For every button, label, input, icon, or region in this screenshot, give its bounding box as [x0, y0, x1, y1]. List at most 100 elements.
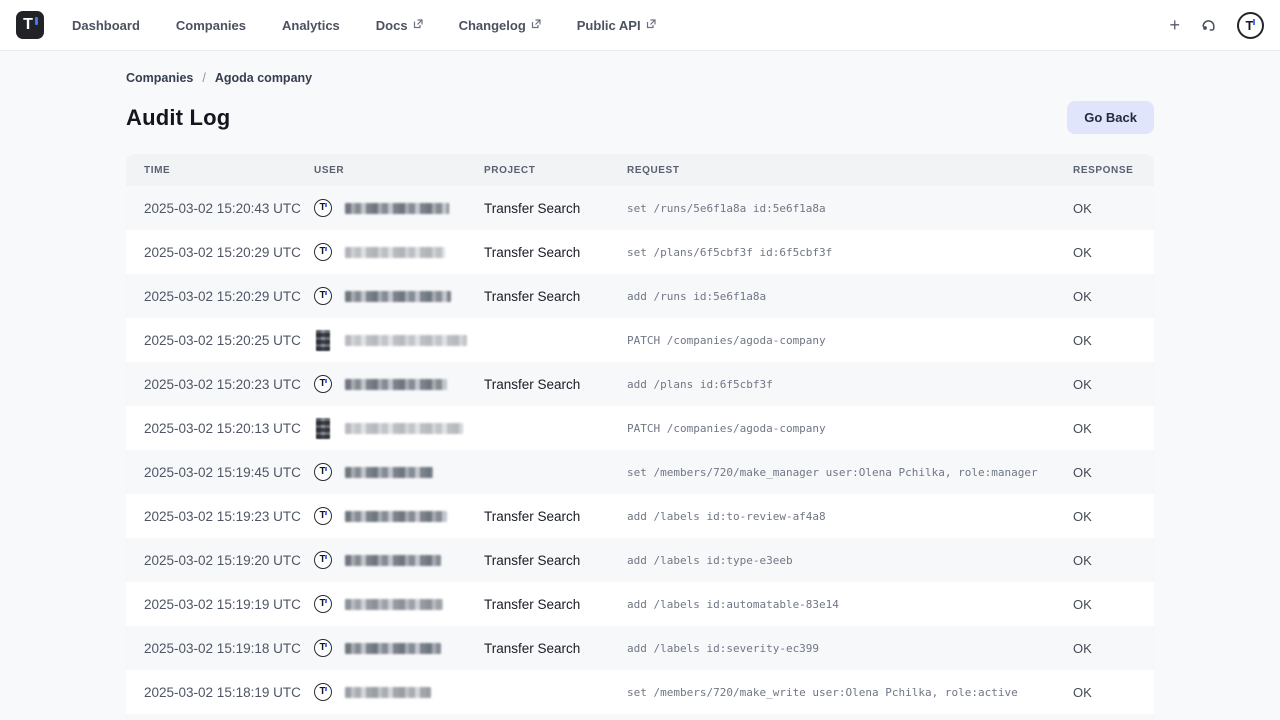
breadcrumb: Companies / Agoda company — [126, 71, 1154, 85]
user-avatar-logo-icon: T — [314, 551, 332, 569]
project-cell: Transfer Search — [484, 289, 627, 304]
user-cell — [314, 330, 484, 351]
logo-accent — [325, 291, 327, 295]
time-cell: 2025-03-02 15:20:29 UTC — [144, 289, 314, 304]
project-cell: Transfer Search — [484, 201, 627, 216]
user-cell: T — [314, 683, 484, 701]
response-cell: OK — [1073, 465, 1153, 480]
time-cell: 2025-03-02 15:19:19 UTC — [144, 597, 314, 612]
brand-logo-icon[interactable]: T — [16, 11, 44, 39]
table-row: 2025-03-02 15:19:23 UTC T Transfer Searc… — [126, 494, 1154, 538]
nav-item-dashboard[interactable]: Dashboard — [72, 18, 140, 33]
breadcrumb-agoda-company[interactable]: Agoda company — [215, 71, 312, 85]
breadcrumb-separator: / — [202, 71, 205, 85]
user-avatar-logo-icon: T — [314, 595, 332, 613]
user-avatar-logo-icon: T — [314, 199, 332, 217]
nav-links: Dashboard Companies Analytics Docs Chang… — [72, 18, 656, 33]
user-cell: T — [314, 551, 484, 569]
request-cell: set /runs/5e6f1a8a id:5e6f1a8a — [627, 202, 1073, 215]
user-avatar[interactable]: T — [1237, 12, 1264, 39]
request-cell: add /labels id:severity-ec399 — [627, 642, 1073, 655]
project-cell: Transfer Search — [484, 553, 627, 568]
table-row: 2025-03-02 15:19:19 UTC T Transfer Searc… — [126, 582, 1154, 626]
nav-item-analytics[interactable]: Analytics — [282, 18, 340, 33]
logo-accent — [325, 203, 327, 207]
user-name-redacted — [345, 335, 467, 346]
user-avatar-logo-icon: T — [314, 243, 332, 261]
time-cell: 2025-03-02 15:19:23 UTC — [144, 509, 314, 524]
project-cell: Transfer Search — [484, 245, 627, 260]
logo-accent — [325, 687, 327, 691]
user-cell: T — [314, 375, 484, 393]
user-avatar-logo-icon: T — [314, 507, 332, 525]
table-row: 2025-03-02 15:20:29 UTC T Transfer Searc… — [126, 230, 1154, 274]
top-nav: T Dashboard Companies Analytics Docs Cha… — [0, 0, 1280, 51]
table-row: 2025-03-02 15:20:43 UTC T Transfer Searc… — [126, 186, 1154, 230]
nav-item-label: Docs — [376, 18, 408, 33]
col-request: Request — [627, 165, 1073, 176]
user-cell: T — [314, 287, 484, 305]
user-name-redacted — [345, 643, 441, 654]
logo-accent — [35, 17, 38, 25]
user-avatar-logo-icon: T — [314, 683, 332, 701]
request-cell: add /runs id:5e6f1a8a — [627, 290, 1073, 303]
project-cell: Transfer Search — [484, 509, 627, 524]
response-cell: OK — [1073, 597, 1153, 612]
user-name-redacted — [345, 511, 447, 522]
response-cell: OK — [1073, 509, 1153, 524]
headset-icon[interactable] — [1200, 17, 1217, 34]
request-cell: add /plans id:6f5cbf3f — [627, 378, 1073, 391]
title-row: Audit Log Go Back — [126, 101, 1154, 134]
time-cell: 2025-03-02 15:18:19 UTC — [144, 685, 314, 700]
user-cell: T — [314, 507, 484, 525]
response-cell: OK — [1073, 201, 1153, 216]
user-avatar-logo-icon: T — [314, 287, 332, 305]
add-icon[interactable]: + — [1169, 16, 1180, 34]
nav-item-docs[interactable]: Docs — [376, 18, 423, 33]
request-cell: PATCH /companies/agoda-company — [627, 334, 1073, 347]
table-header: Time User Project Request Response — [126, 154, 1154, 186]
user-cell: T — [314, 199, 484, 217]
table-row: 2025-03-02 15:20:13 UTC PATCH /companies… — [126, 406, 1154, 450]
nav-item-public-api[interactable]: Public API — [577, 18, 656, 33]
time-cell: 2025-03-02 15:19:45 UTC — [144, 465, 314, 480]
time-cell: 2025-03-02 15:20:23 UTC — [144, 377, 314, 392]
table-row: 2025-03-02 15:19:18 UTC T Transfer Searc… — [126, 626, 1154, 670]
request-cell: set /members/720/make_manager user:Olena… — [627, 466, 1073, 479]
user-name-redacted — [345, 291, 451, 302]
breadcrumb-companies[interactable]: Companies — [126, 71, 193, 85]
user-avatar-logo-icon: T — [314, 463, 332, 481]
external-link-icon — [646, 19, 656, 29]
nav-item-companies[interactable]: Companies — [176, 18, 246, 33]
response-cell: OK — [1073, 377, 1153, 392]
user-name-redacted — [345, 423, 463, 434]
col-time: Time — [144, 165, 314, 176]
col-project: Project — [484, 165, 627, 176]
user-avatar-logo-icon: T — [314, 639, 332, 657]
nav-item-label: Changelog — [459, 18, 526, 33]
request-cell: set /members/720/make_write user:Olena P… — [627, 686, 1073, 699]
user-name-redacted — [345, 555, 441, 566]
external-link-icon — [531, 19, 541, 29]
response-cell: OK — [1073, 333, 1153, 348]
logo-accent — [325, 643, 327, 647]
nav-item-label: Companies — [176, 18, 246, 33]
user-cell: T — [314, 243, 484, 261]
logo-accent — [325, 511, 327, 515]
response-cell: OK — [1073, 641, 1153, 656]
table-row: 2025-03-02 15:19:20 UTC T Transfer Searc… — [126, 538, 1154, 582]
nav-item-label: Dashboard — [72, 18, 140, 33]
response-cell: OK — [1073, 421, 1153, 436]
col-user: User — [314, 165, 484, 176]
project-cell: Transfer Search — [484, 641, 627, 656]
user-cell: T — [314, 639, 484, 657]
user-name-redacted — [345, 247, 445, 258]
nav-item-changelog[interactable]: Changelog — [459, 18, 541, 33]
user-name-redacted — [345, 599, 443, 610]
go-back-button[interactable]: Go Back — [1067, 101, 1154, 134]
brand-logo-letter: T — [23, 17, 33, 33]
table-row: 2025-03-02 15:19:45 UTC T set /members/7… — [126, 450, 1154, 494]
user-avatar-photo — [316, 330, 330, 351]
project-cell: Transfer Search — [484, 377, 627, 392]
time-cell: 2025-03-02 15:20:25 UTC — [144, 333, 314, 348]
